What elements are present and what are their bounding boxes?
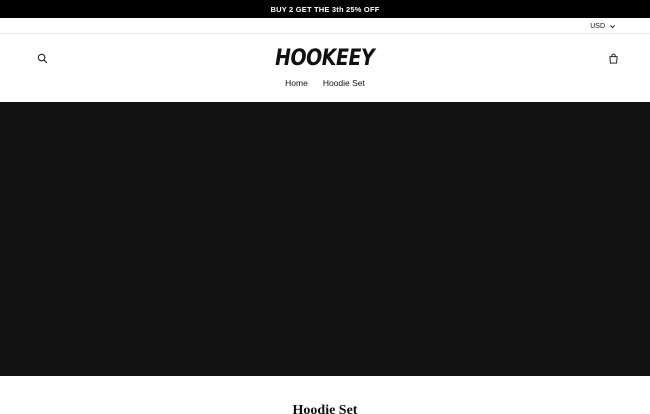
logo-text: HOOKEEY (275, 45, 375, 71)
cart-button[interactable] (607, 52, 620, 65)
announcement-text: BUY 2 GET THE 3th 25% OFF (270, 4, 380, 14)
nav-item-home[interactable]: Home (285, 78, 308, 92)
site-header: HOOKEEY Home Hoodie Set (0, 34, 650, 102)
collection-title: Hoodie Set (292, 403, 358, 414)
currency-label: USD (590, 22, 605, 30)
currency-selector[interactable]: USD (590, 20, 616, 32)
announcement-bar: BUY 2 GET THE 3th 25% OFF (0, 0, 650, 18)
chevron-down-icon (610, 24, 615, 28)
nav-item-hoodie-set[interactable]: Hoodie Set (323, 78, 365, 92)
utility-bar: USD (0, 18, 650, 34)
hero-banner (0, 102, 650, 376)
cart-icon (609, 53, 618, 64)
site-logo[interactable]: HOOKEEY (0, 45, 650, 71)
main-nav: Home Hoodie Set (0, 78, 650, 92)
